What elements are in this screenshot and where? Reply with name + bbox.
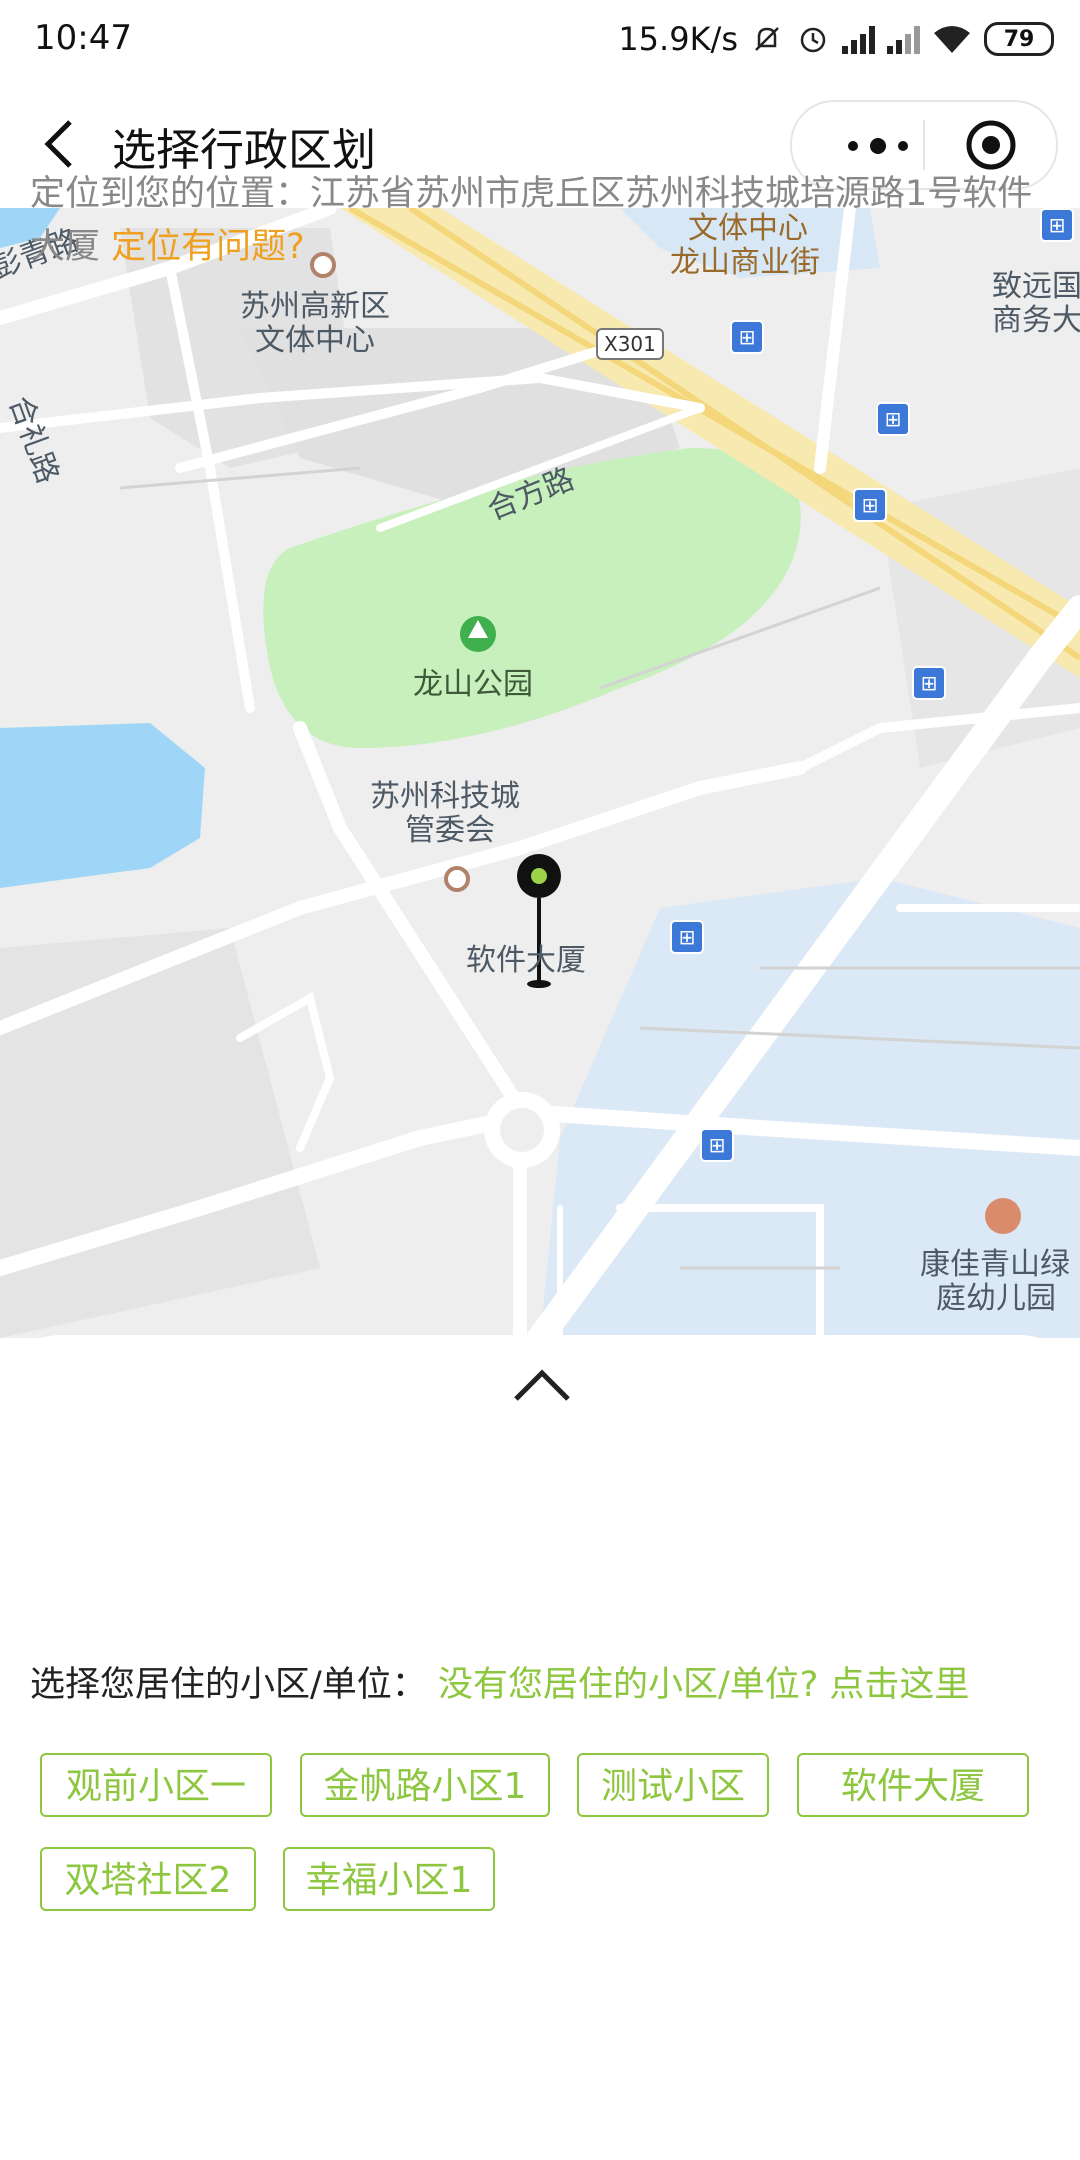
poi-marker-icon [444, 866, 470, 892]
status-time: 10:47 [34, 18, 132, 58]
bus-stop-icon: ⊞ [876, 402, 910, 436]
map-canvas [0, 208, 1080, 1338]
status-bar: 10:47 15.9K/s 79 [0, 0, 1080, 78]
bottom-sheet [0, 1335, 1080, 2160]
net-speed: 15.9K/s [618, 20, 738, 58]
bus-stop-icon: ⊞ [853, 488, 887, 522]
battery-icon: 79 [984, 22, 1054, 56]
community-chip[interactable]: 金帆路小区1 [300, 1753, 550, 1817]
map-label-software-building: 软件大厦 [466, 943, 586, 978]
map-label-zhiyuan-1: 致远国 [992, 269, 1080, 304]
alarm-icon [800, 27, 826, 53]
signal-icon [887, 24, 920, 54]
location-problem-link[interactable]: 定位有问题? [111, 227, 305, 267]
choose-community-row: 选择您居住的小区/单位： 没有您居住的小区/单位? 点击这里 [30, 1656, 969, 1707]
community-chip[interactable]: 幸福小区1 [283, 1847, 495, 1911]
community-chip[interactable]: 双塔社区2 [40, 1847, 256, 1911]
status-icons: 15.9K/s 79 [618, 14, 1054, 64]
map-label-longshan-park: 龙山公园 [413, 667, 533, 702]
choose-label: 选择您居住的小区/单位： [30, 1665, 427, 1705]
map-label-kangjia-1: 康佳青山绿 [920, 1247, 1070, 1282]
back-arrow-icon[interactable] [36, 116, 86, 172]
map-label-gaoxin-1: 苏州高新区 [240, 289, 390, 324]
map-view[interactable]: 文体中心 龙山商业街 致远国 商务大 苏州高新区 文体中心 彭青路 合礼路 合方… [0, 208, 1080, 1338]
capsule-divider [923, 120, 925, 170]
map-label-zhiyuan-2: 商务大 [992, 303, 1080, 338]
more-dots-icon[interactable] [828, 126, 928, 166]
chevron-up-icon[interactable] [512, 1365, 572, 1405]
target-circle-icon[interactable] [964, 118, 1018, 172]
map-label-gaoxin-2: 文体中心 [255, 323, 375, 358]
mute-bell-icon [755, 27, 779, 51]
community-chip[interactable]: 软件大厦 [797, 1753, 1029, 1817]
map-label-kejicheng-1: 苏州科技城 [370, 779, 520, 814]
no-community-link[interactable]: 没有您居住的小区/单位? 点击这里 [438, 1665, 970, 1705]
community-chip[interactable]: 观前小区一 [40, 1753, 272, 1817]
bus-stop-icon: ⊞ [670, 920, 704, 954]
community-chip[interactable]: 测试小区 [577, 1753, 769, 1817]
location-text: 定位到您的位置：江苏省苏州市虎丘区苏州科技城培源路1号软件大厦 定位有问题? [30, 168, 1050, 274]
hd-signal-icon [842, 24, 875, 54]
map-label-kangjia-2: 庭幼儿园 [936, 1281, 1056, 1316]
x301-shield: X301 [596, 328, 664, 360]
wifi-icon [934, 26, 970, 53]
bus-stop-icon: ⊞ [912, 666, 946, 700]
map-label-kejicheng-2: 管委会 [405, 813, 495, 848]
bus-stop-icon: ⊞ [700, 1128, 734, 1162]
bus-stop-icon: ⊞ [730, 320, 764, 354]
